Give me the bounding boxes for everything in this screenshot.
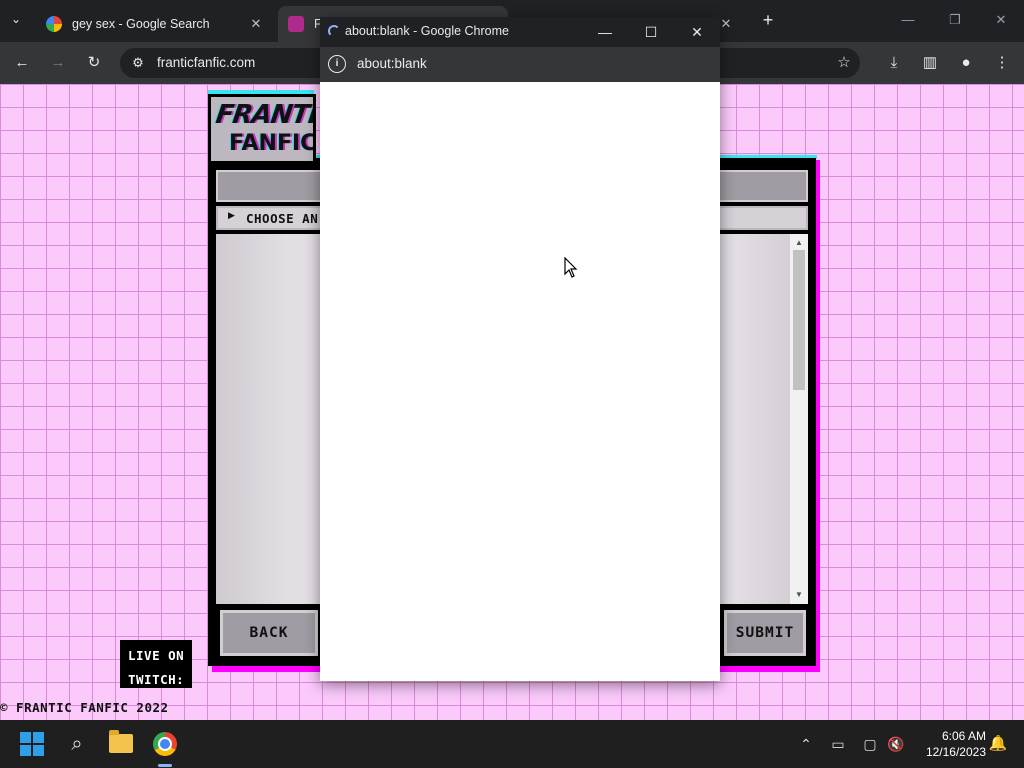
choose-label: CHOOSE AN	[246, 211, 319, 226]
live-line2: TWITCH:	[128, 672, 185, 687]
new-tab-icon[interactable]: +	[758, 10, 778, 30]
mouse-cursor-icon	[564, 257, 578, 278]
scroll-down-icon[interactable]: ▼	[790, 588, 808, 602]
windows-start-icon[interactable]	[20, 732, 44, 756]
chrome-active-indicator	[158, 764, 172, 767]
close-tab-icon[interactable]: ✕	[248, 16, 264, 32]
google-favicon-icon	[46, 16, 62, 32]
reload-icon[interactable]: ↻	[84, 53, 104, 73]
site-favicon-icon	[288, 16, 304, 32]
windows-taskbar: ⌕ ⌃ ▭ ▢ 🔇 6:06 AM 12/16/2023 🔔	[0, 720, 1024, 768]
tab-search-chevron-icon[interactable]: ⌄	[6, 8, 26, 30]
loading-spinner-icon	[328, 25, 340, 37]
network-icon[interactable]: ▢	[860, 733, 880, 755]
back-arrow-icon[interactable]: ←	[12, 53, 32, 73]
live-line1: LIVE ON	[128, 648, 185, 663]
live-on-twitch-badge[interactable]: LIVE ON TWITCH:	[120, 640, 192, 688]
chrome-taskbar-icon[interactable]	[153, 732, 177, 756]
tab-title: gey sex - Google Search	[72, 17, 210, 31]
restore-icon[interactable]: ❐	[940, 10, 970, 30]
side-panel-icon[interactable]: ▥	[920, 53, 940, 73]
search-icon[interactable]: ⌕	[63, 730, 91, 758]
popup-address-bar[interactable]: i about:blank	[320, 47, 720, 82]
copyright-text: © FRANTIC FANFIC 2022	[0, 700, 169, 715]
popup-titlebar[interactable]: about:blank - Google Chrome — ☐ ✕	[320, 17, 720, 47]
close-window-icon[interactable]: ✕	[986, 10, 1016, 30]
popup-minimize-icon[interactable]: —	[592, 22, 618, 42]
forward-arrow-icon[interactable]: →	[48, 53, 68, 73]
scroll-up-icon[interactable]: ▲	[790, 236, 808, 250]
minimize-icon[interactable]: —	[893, 10, 923, 30]
address-url: franticfanfic.com	[157, 55, 256, 70]
list-scrollbar[interactable]: ▲ ▼	[790, 234, 808, 604]
popup-blank-content	[320, 82, 720, 681]
logo-text-line2: FANFIC	[229, 131, 313, 156]
info-icon[interactable]: i	[328, 55, 346, 73]
popup-maximize-icon[interactable]: ☐	[638, 22, 664, 42]
submit-button[interactable]: SUBMIT	[724, 610, 806, 656]
file-explorer-icon[interactable]	[109, 730, 133, 753]
volume-muted-icon[interactable]: 🔇	[886, 733, 906, 755]
clock-time: 6:06 AM	[941, 729, 986, 743]
profile-icon[interactable]: ●	[956, 53, 976, 73]
popup-close-icon[interactable]: ✕	[684, 22, 710, 42]
logo-text-line1: FRANTIC	[213, 100, 313, 130]
back-button[interactable]: BACK	[220, 610, 318, 656]
battery-icon[interactable]: ▭	[828, 733, 848, 755]
tab-google-search[interactable]: gey sex - Google Search ✕	[36, 6, 274, 42]
popup-url: about:blank	[357, 56, 427, 71]
scroll-thumb[interactable]	[793, 250, 805, 390]
close-tab-icon[interactable]: ✕	[718, 16, 734, 32]
site-info-icon[interactable]: ⚙	[128, 53, 148, 73]
tray-overflow-chevron-icon[interactable]: ⌃	[796, 733, 816, 755]
taskbar-clock[interactable]: 6:06 AM 12/16/2023	[914, 728, 986, 760]
play-triangle-icon: ▶	[228, 210, 235, 220]
site-logo[interactable]: FRANTIC FANFIC	[208, 94, 316, 164]
popup-window: about:blank - Google Chrome — ☐ ✕ i abou…	[320, 17, 720, 681]
popup-title: about:blank - Google Chrome	[345, 24, 509, 38]
bookmark-star-icon[interactable]: ☆	[834, 53, 854, 73]
notification-bell-icon[interactable]: 🔔	[988, 733, 1008, 755]
menu-kebab-icon[interactable]: ⋮	[992, 53, 1012, 73]
clock-date: 12/16/2023	[925, 745, 986, 759]
download-icon[interactable]: ⤓	[884, 53, 904, 73]
